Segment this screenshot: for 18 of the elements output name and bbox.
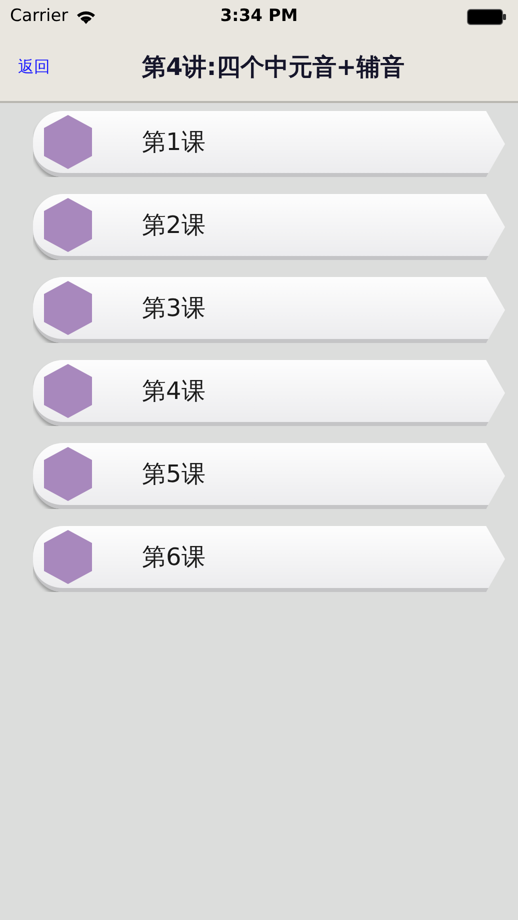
back-button[interactable]: 返回 (18, 55, 50, 79)
lesson-label: 第1课 (142, 127, 206, 158)
lesson-button[interactable]: 第2课 (33, 194, 505, 260)
clock-label: 3:34 PM (220, 4, 298, 28)
carrier-label: Carrier (10, 4, 68, 28)
lesson-label: 第3课 (142, 293, 206, 324)
lesson-button[interactable]: 第4课 (33, 360, 505, 426)
lesson-button[interactable]: 第6课 (33, 526, 505, 592)
lesson-label: 第6课 (142, 542, 206, 573)
lesson-button[interactable]: 第1课 (33, 111, 505, 177)
page-title: 第4讲:四个中元音+辅音 (142, 52, 404, 83)
battery-icon (467, 8, 507, 24)
lesson-label: 第2课 (142, 210, 206, 241)
lesson-button[interactable]: 第3课 (33, 277, 505, 343)
wifi-icon (75, 8, 98, 24)
lesson-button[interactable]: 第5课 (33, 443, 505, 509)
lesson-label: 第5课 (142, 459, 206, 490)
lesson-label: 第4课 (142, 376, 206, 407)
